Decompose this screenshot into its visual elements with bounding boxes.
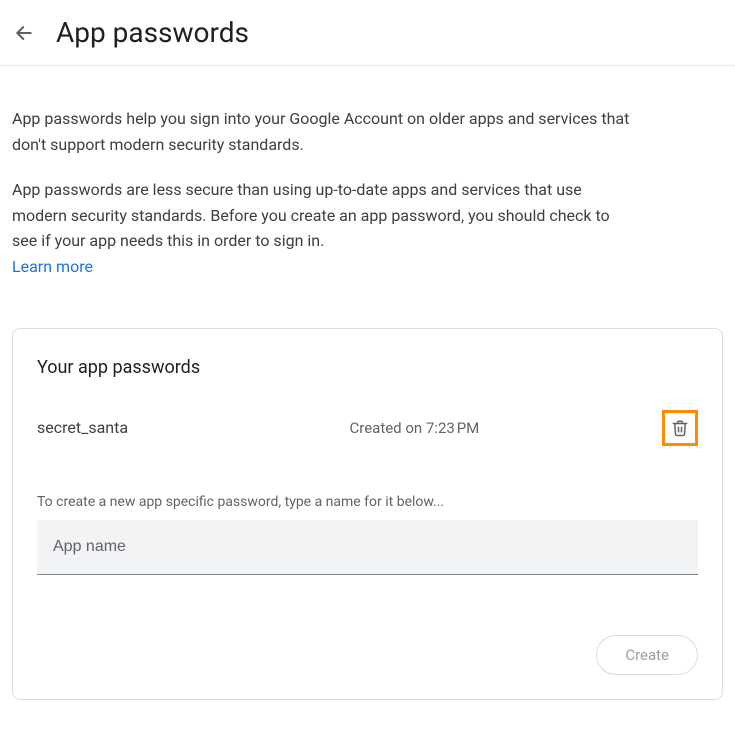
intro-paragraph-2: App passwords are less secure than using… bbox=[12, 177, 632, 279]
password-row: secret_santa Created on 7:23 PM bbox=[37, 410, 698, 446]
arrow-left-icon bbox=[14, 23, 34, 43]
app-passwords-card: Your app passwords secret_santa Created … bbox=[12, 328, 723, 700]
create-actions: Create bbox=[37, 635, 698, 675]
app-name-input[interactable] bbox=[37, 520, 698, 575]
back-button[interactable] bbox=[12, 21, 36, 45]
create-button[interactable]: Create bbox=[596, 635, 698, 675]
content: App passwords help you sign into your Go… bbox=[0, 66, 735, 712]
password-created: Created on 7:23 PM bbox=[350, 419, 663, 437]
delete-password-button[interactable] bbox=[662, 410, 698, 446]
create-help-text: To create a new app specific password, t… bbox=[37, 494, 698, 510]
learn-more-link[interactable]: Learn more bbox=[12, 257, 93, 276]
page-title: App passwords bbox=[56, 16, 249, 49]
trash-icon bbox=[671, 419, 689, 437]
password-name: secret_santa bbox=[37, 418, 350, 437]
page-header: App passwords bbox=[0, 0, 735, 66]
intro-paragraph-1: App passwords help you sign into your Go… bbox=[12, 106, 632, 157]
card-title: Your app passwords bbox=[37, 357, 698, 378]
